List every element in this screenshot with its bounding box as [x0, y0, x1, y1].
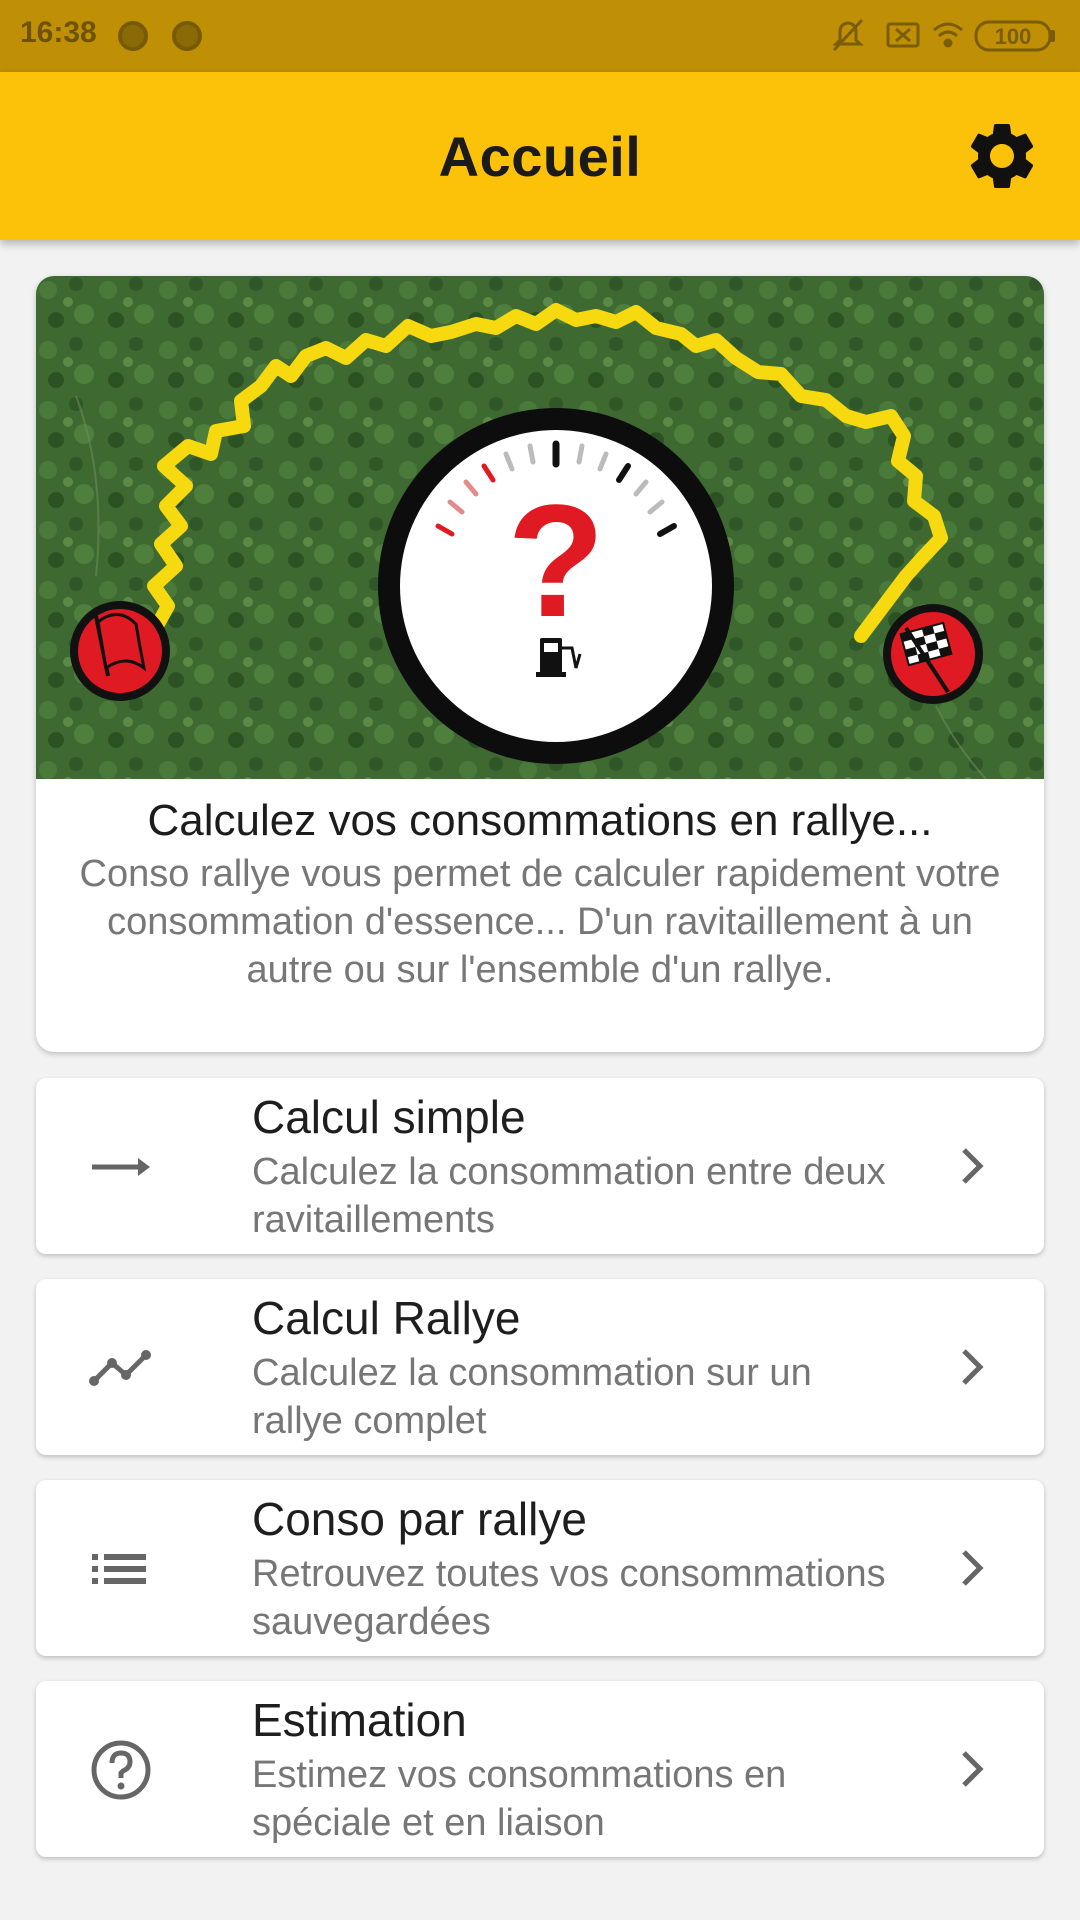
menu-item-estimation[interactable]: Estimation Estimez vos consommations en …	[36, 1681, 1044, 1857]
intro-card: ? Calculez vos consommations en rallye..…	[36, 276, 1044, 1052]
notification-dot-icon	[172, 21, 202, 51]
svg-text:?: ?	[507, 471, 605, 650]
muted-bell-icon	[832, 18, 864, 52]
rally-map-illustration: ?	[36, 276, 1044, 779]
help-circle-icon	[91, 1740, 151, 1800]
menu-item-title: Estimation	[252, 1694, 467, 1746]
settings-button[interactable]	[962, 116, 1042, 196]
fuel-gauge-question-icon: ?	[378, 408, 734, 764]
chevron-right-icon	[962, 1751, 984, 1787]
menu-item-subtitle: Calculez la consommation entre deux ravi…	[252, 1151, 886, 1241]
menu-item-subtitle: Estimez vos consommations en spéciale et…	[252, 1754, 787, 1844]
chevron-right-icon	[962, 1148, 984, 1184]
notification-dot-icon	[118, 21, 148, 51]
app-bar: Accueil	[0, 72, 1080, 240]
line-chart-icon	[89, 1350, 151, 1386]
gear-icon	[970, 123, 1034, 188]
menu-item-subtitle: Calculez la consommation sur un rallye c…	[252, 1352, 812, 1442]
checkered-flag-icon	[883, 604, 983, 704]
list-icon	[92, 1554, 146, 1584]
menu-item-title: Calcul Rallye	[252, 1292, 521, 1344]
arrow-right-icon	[92, 1158, 150, 1176]
menu-item-subtitle: Retrouvez toutes vos consommations sauve…	[252, 1553, 886, 1643]
wifi-icon	[933, 22, 963, 48]
menu-item-conso-par-rallye[interactable]: Conso par rallye Retrouvez toutes vos co…	[36, 1480, 1044, 1656]
menu-item-title: Calcul simple	[252, 1091, 526, 1143]
intro-description: Conso rallye vous permet de calculer rap…	[79, 853, 1001, 991]
page-title: Accueil	[438, 125, 642, 188]
menu-item-calcul-simple[interactable]: Calcul simple Calculez la consommation e…	[36, 1078, 1044, 1254]
status-time: 16:38	[20, 16, 97, 49]
battery-level: 100	[995, 24, 1032, 49]
start-flag-icon	[70, 601, 170, 701]
status-bar: 16:38 100	[0, 0, 1080, 72]
status-icons: 100	[832, 18, 1055, 52]
chevron-right-icon	[962, 1349, 984, 1385]
no-sim-icon	[886, 22, 920, 48]
chevron-right-icon	[962, 1550, 984, 1586]
menu-item-calcul-rallye[interactable]: Calcul Rallye Calculez la consommation s…	[36, 1279, 1044, 1455]
menu-item-title: Conso par rallye	[252, 1493, 587, 1545]
intro-title: Calculez vos consommations en rallye...	[147, 796, 933, 845]
